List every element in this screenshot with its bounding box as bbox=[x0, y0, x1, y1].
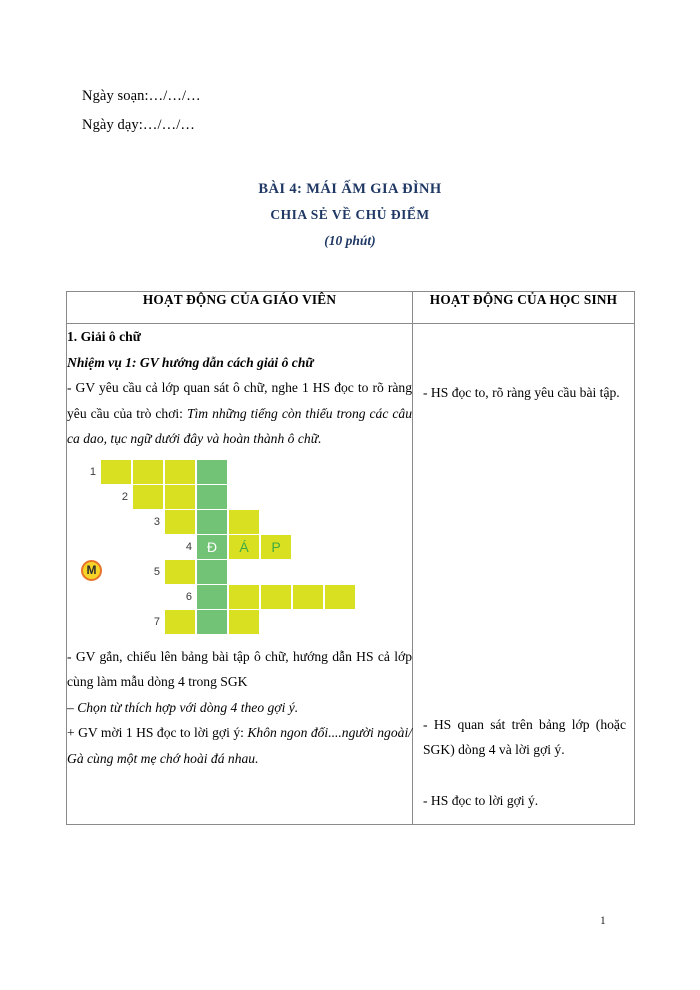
crossword-cells bbox=[165, 509, 261, 534]
page-title: BÀI 4: MÁI ẤM GIA ĐÌNH bbox=[258, 181, 442, 197]
student-activity-cell: - HS đọc to, rõ ràng yêu cầu bài tập. - … bbox=[412, 323, 635, 825]
crossword-row: 1 bbox=[80, 459, 229, 484]
crossword-cell[interactable] bbox=[165, 459, 195, 484]
crossword-key-badge: M bbox=[81, 559, 102, 581]
crossword-cell-letter: Đ bbox=[206, 538, 218, 555]
teacher-paragraph-3: – Chọn từ thích hợp với dòng 4 theo gợi … bbox=[67, 699, 299, 715]
crossword-row: 6 bbox=[176, 584, 357, 609]
crossword-cells bbox=[101, 459, 229, 484]
crossword-cell[interactable] bbox=[165, 559, 195, 584]
crossword-cell[interactable] bbox=[133, 484, 163, 509]
task-label: Nhiệm vụ 1: GV hướng dẫn cách giải ô chữ bbox=[67, 354, 314, 370]
header-teacher-activity: HOẠT ĐỘNG CỦA GIÁO VIÊN bbox=[66, 291, 413, 324]
crossword-cells: ĐÁP bbox=[197, 534, 293, 559]
crossword-cell[interactable] bbox=[229, 509, 259, 534]
date-day-line: Ngày dạy:…/…/… bbox=[82, 117, 195, 133]
teacher-paragraph-4-plain: + GV mời 1 HS đọc to lời gợi ý: bbox=[67, 725, 248, 740]
table-content-row: 1. Giải ô chữ Nhiệm vụ 1: GV hướng dẫn c… bbox=[66, 323, 635, 825]
crossword-cell[interactable] bbox=[229, 584, 259, 609]
crossword-cell-letter: Á bbox=[239, 538, 249, 555]
crossword-cell[interactable] bbox=[197, 609, 227, 634]
crossword-row: 2 bbox=[112, 484, 229, 509]
document-page: Ngày soạn:…/…/… Ngày dạy:…/…/… BÀI 4: MÁ… bbox=[0, 0, 700, 990]
student-spacer-top-2 bbox=[423, 355, 626, 381]
crossword-row: 7 bbox=[144, 609, 261, 634]
crossword-row-number: 1 bbox=[89, 465, 96, 478]
teacher-paragraph-2: - GV gắn, chiếu lên bảng bài tập ô chữ, … bbox=[67, 648, 412, 690]
crossword-row: 4 Đ Á P bbox=[176, 534, 293, 559]
crossword-cell[interactable] bbox=[325, 584, 355, 609]
crossword-cell[interactable] bbox=[197, 459, 227, 484]
crossword-cell[interactable] bbox=[261, 584, 291, 609]
header-student-activity: HOẠT ĐỘNG CỦA HỌC SINH bbox=[412, 291, 635, 324]
teacher-paragraph-1: - GV yêu cầu cả lớp quan sát ô chữ, nghe… bbox=[67, 375, 412, 452]
crossword-cells bbox=[165, 559, 229, 584]
crossword-cells bbox=[165, 609, 261, 634]
crossword-cell[interactable]: Á bbox=[229, 534, 259, 559]
crossword-cell[interactable]: Đ bbox=[197, 534, 227, 559]
crossword-cell[interactable] bbox=[197, 584, 227, 609]
student-item-1: - HS đọc to, rõ ràng yêu cầu bài tập. bbox=[423, 385, 620, 400]
crossword-row-number: 6 bbox=[185, 590, 192, 603]
page-number: 1 bbox=[600, 915, 606, 927]
page-subtitle: CHIA SẺ VỀ CHỦ ĐIỂM bbox=[270, 207, 430, 222]
crossword-grid: M 1 2 3 4 Đ Á P 5 6 7 bbox=[67, 459, 397, 638]
student-spacer-bottom bbox=[423, 763, 626, 789]
crossword-row: 3 bbox=[144, 509, 261, 534]
teacher-activity-cell: 1. Giải ô chữ Nhiệm vụ 1: GV hướng dẫn c… bbox=[66, 323, 413, 825]
student-item-3: - HS đọc to lời gợi ý. bbox=[423, 793, 539, 808]
crossword-cell[interactable] bbox=[165, 609, 195, 634]
crossword-row-number: 4 bbox=[185, 540, 192, 553]
crossword-cell-letter: P bbox=[271, 538, 281, 555]
teacher-paragraph-4: + GV mời 1 HS đọc to lời gợi ý: Khôn ngo… bbox=[67, 720, 412, 771]
crossword-row-number: 7 bbox=[153, 615, 160, 628]
crossword-cells bbox=[133, 484, 229, 509]
crossword-row-number: 3 bbox=[153, 515, 160, 528]
table-header-row: HOẠT ĐỘNG CỦA GIÁO VIÊN HOẠT ĐỘNG CỦA HỌ… bbox=[66, 291, 635, 324]
crossword-cell[interactable] bbox=[197, 559, 227, 584]
crossword-cell[interactable]: P bbox=[261, 534, 291, 559]
student-item-2: - HS quan sát trên bảng lớp (hoặc SGK) d… bbox=[423, 716, 626, 758]
lesson-activity-table: HOẠT ĐỘNG CỦA GIÁO VIÊN HOẠT ĐỘNG CỦA HỌ… bbox=[66, 291, 635, 825]
crossword-row: 5 bbox=[144, 559, 229, 584]
crossword-cell[interactable] bbox=[101, 459, 131, 484]
title-block: BÀI 4: MÁI ẤM GIA ĐÌNH CHIA SẺ VỀ CHỦ ĐI… bbox=[0, 176, 700, 254]
crossword-cell[interactable] bbox=[165, 484, 195, 509]
crossword-cell[interactable] bbox=[229, 609, 259, 634]
crossword-row-number: 2 bbox=[121, 490, 128, 503]
crossword-cell[interactable] bbox=[197, 484, 227, 509]
date-soan-line: Ngày soạn:…/…/… bbox=[82, 88, 201, 104]
crossword-cell[interactable] bbox=[197, 509, 227, 534]
crossword-cell[interactable] bbox=[133, 459, 163, 484]
crossword-cells bbox=[197, 584, 357, 609]
date-lines: Ngày soạn:…/…/… Ngày dạy:…/…/… bbox=[82, 82, 201, 140]
section-heading: 1. Giải ô chữ bbox=[67, 329, 141, 344]
duration-label: (10 phút) bbox=[324, 233, 376, 248]
crossword-cell[interactable] bbox=[293, 584, 323, 609]
crossword-cell[interactable] bbox=[165, 509, 195, 534]
student-spacer-top-1 bbox=[423, 329, 626, 355]
crossword-row-number: 5 bbox=[153, 565, 160, 578]
student-spacer-middle bbox=[423, 406, 626, 712]
